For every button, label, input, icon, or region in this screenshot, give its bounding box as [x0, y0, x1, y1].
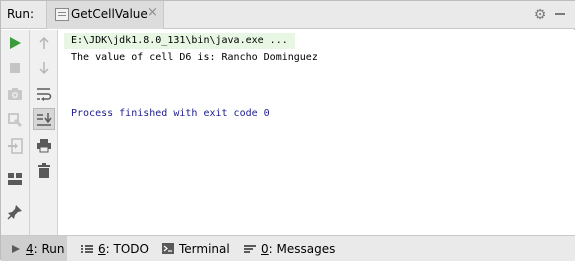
scroll-to-end-button[interactable] [33, 108, 55, 130]
tab-getcellvalue[interactable]: GetCellValue × [46, 1, 164, 29]
terminal-icon [162, 243, 174, 254]
stop-button[interactable] [4, 57, 26, 79]
bottom-tab-todo[interactable]: 6: TODO [81, 236, 149, 261]
run-toolbar [1, 30, 30, 235]
camera-icon [8, 88, 22, 100]
program-output: The value of cell D6 is: Rancho Domingue… [71, 52, 318, 63]
rerun-button[interactable] [4, 32, 26, 54]
run-tab-label: : Run [33, 241, 65, 256]
todo-tab-mnemonic: 6 [98, 241, 106, 256]
messages-icon [244, 244, 256, 253]
pin-button[interactable] [4, 201, 26, 223]
scroll-to-end-icon [37, 113, 52, 126]
exit-icon [8, 138, 23, 154]
up-stack-button[interactable] [33, 32, 55, 54]
console-toolbar [30, 30, 58, 235]
print-icon [37, 138, 51, 152]
stop-icon [10, 63, 20, 73]
console-icon [55, 8, 69, 21]
bottom-tab-run[interactable]: 4: Run [1, 236, 67, 261]
bottom-tab-terminal[interactable]: Terminal [162, 236, 230, 261]
todo-tab-label: : TODO [105, 241, 149, 256]
arrow-up-icon [39, 36, 49, 49]
layout-icon [8, 173, 22, 185]
hide-icon[interactable] [555, 13, 565, 15]
run-tool-window: Run: GetCellValue × ⚙ E:\JDK\jdk1.8.0_13… [0, 0, 575, 261]
run-triangle-icon [12, 244, 20, 253]
exit-message: Process finished with exit code 0 [71, 108, 270, 119]
clear-all-button[interactable] [33, 159, 55, 181]
dump-threads-button[interactable] [4, 83, 26, 105]
list-icon [81, 244, 93, 253]
messages-tab-mnemonic: 0 [261, 241, 269, 256]
restore-layout-button[interactable] [4, 168, 26, 190]
tab-title: GetCellValue [71, 7, 148, 21]
trash-icon [38, 162, 50, 178]
command-line[interactable]: E:\JDK\jdk1.8.0_131\bin\java.exe ... [64, 33, 295, 49]
soft-wrap-icon [37, 88, 52, 101]
gear-icon[interactable]: ⚙ [532, 7, 548, 23]
console-output[interactable]: E:\JDK\jdk1.8.0_131\bin\java.exe ... The… [59, 30, 575, 235]
run-label: Run: [7, 7, 35, 21]
settings-button[interactable] [4, 109, 26, 131]
down-stack-button[interactable] [33, 57, 55, 79]
bottom-tab-messages[interactable]: 0: Messages [244, 236, 335, 261]
tool-window-header: Run: GetCellValue × ⚙ [1, 1, 575, 29]
exit-button[interactable] [4, 135, 26, 157]
close-icon[interactable]: × [147, 6, 158, 20]
arrow-down-icon [39, 62, 49, 75]
print-button[interactable] [33, 134, 55, 156]
wrench-icon [8, 113, 23, 128]
tool-window-bar: 4: Run 6: TODO Terminal 0: Messages [1, 235, 575, 261]
soft-wrap-button[interactable] [33, 83, 55, 105]
pin-icon [7, 205, 22, 220]
terminal-tab-label: Terminal [179, 241, 230, 256]
messages-tab-label: : Messages [268, 241, 336, 256]
run-icon [10, 37, 21, 49]
run-tab-mnemonic: 4 [26, 241, 34, 256]
